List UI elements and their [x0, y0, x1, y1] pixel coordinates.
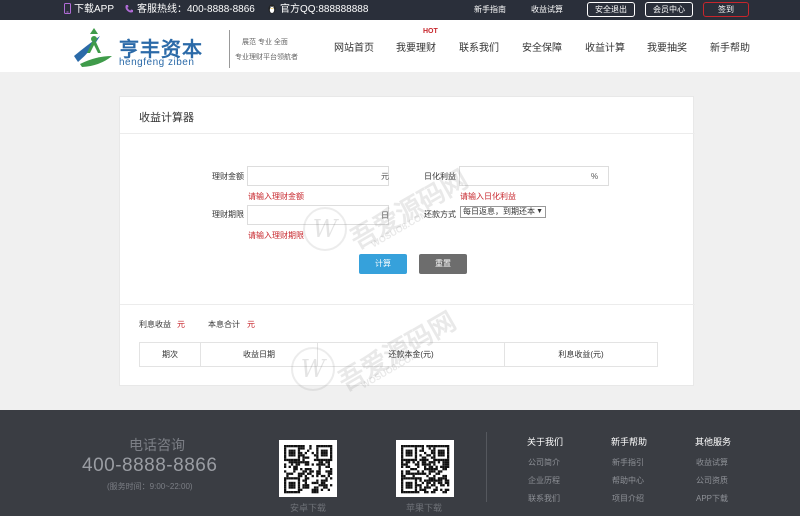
phone-consult-title: 电话咨询 — [129, 437, 185, 453]
services-link-calc[interactable]: 收益试算 — [696, 457, 728, 468]
qq-penguin-icon — [267, 3, 277, 19]
nav-invest[interactable]: 我要理财 — [396, 39, 436, 54]
total-unit: 元 — [247, 320, 255, 329]
hot-badge: HOT — [423, 28, 438, 35]
services-link-app[interactable]: APP下载 — [696, 493, 728, 504]
phone-device-icon — [64, 3, 71, 19]
slogan-tagline: 专业理财平台领航者 — [235, 54, 298, 61]
site-footer: 电话咨询 400-8888-8866 (服务时间：9:00~22:00) 安卓下… — [0, 410, 800, 516]
top-bar: 下载APP 客服热线：400-8888-8866 官方QQ:888888888 … — [0, 0, 800, 20]
total-label: 本息合计 — [208, 320, 240, 329]
period-error: 请输入理财期限 — [248, 231, 304, 240]
calculator-panel: 收益计算器 理财金额 元 请输入理财金额 日化利益 % 请输入日化利益 理财期限… — [119, 96, 695, 386]
col-period: 期次 — [140, 343, 201, 366]
help-link-projects[interactable]: 项目介绍 — [612, 493, 644, 504]
amount-error: 请输入理财金额 — [248, 192, 304, 201]
qq-contact: 官方QQ:888888888 — [267, 3, 368, 19]
period-input[interactable] — [247, 205, 389, 225]
rate-label: 日化利益 — [424, 172, 456, 181]
app-download-link[interactable]: 下载APP — [64, 3, 114, 19]
qq-label: 官方QQ:888888888 — [280, 4, 369, 15]
reset-button[interactable]: 重置 — [419, 254, 467, 274]
result-table-header: 期次 收益日期 还款本金(元) 利息收益(元) — [139, 342, 658, 367]
repay-selected: 每日返息，到期还本 — [463, 207, 535, 216]
brand-divider — [229, 30, 230, 68]
result-divider — [120, 304, 695, 305]
brand-pinyin: hengfeng ziben — [119, 57, 195, 68]
repay-label: 还款方式 — [424, 210, 456, 219]
nav-calculator[interactable]: 收益计算 — [585, 39, 625, 54]
services-link-license[interactable]: 公司资质 — [696, 475, 728, 486]
calculate-button[interactable]: 计算 — [359, 254, 407, 274]
help-link-center[interactable]: 帮助中心 — [612, 475, 644, 486]
help-title: 新手帮助 — [611, 437, 648, 447]
site-header: 亨丰资本 hengfeng ziben 展范 专业 全面 专业理财平台领航者 网… — [0, 20, 800, 72]
footer-phone: 400-8888-8866 — [82, 455, 218, 476]
amount-label: 理财金额 — [212, 172, 244, 181]
services-title: 其他服务 — [695, 437, 732, 447]
about-link-intro[interactable]: 公司简介 — [528, 457, 560, 468]
android-qr-code — [279, 440, 337, 497]
android-download-label[interactable]: 安卓下载 — [290, 501, 326, 514]
nav-help[interactable]: 新手帮助 — [710, 39, 750, 54]
interest-unit: 元 — [177, 320, 185, 329]
member-center-button[interactable]: 会员中心 — [645, 2, 693, 17]
hotline-label: 客服热线：400-8888-8866 — [137, 4, 255, 15]
service-hours: (服务时间：9:00~22:00) — [107, 482, 193, 491]
about-title: 关于我们 — [527, 437, 564, 447]
about-link-history[interactable]: 企业历程 — [528, 475, 560, 486]
rate-error: 请输入日化利益 — [460, 192, 516, 201]
nav-security[interactable]: 安全保障 — [522, 39, 562, 54]
interest-label: 利息收益 — [139, 320, 171, 329]
slogan-values: 展范 专业 全面 — [242, 39, 288, 46]
iphone-qr-code — [396, 440, 454, 497]
rate-input[interactable] — [459, 166, 609, 186]
col-interest: 利息收益(元) — [558, 350, 604, 359]
nav-home[interactable]: 网站首页 — [334, 39, 374, 54]
hotline: 客服热线：400-8888-8866 — [124, 3, 255, 19]
brand-logo-icon[interactable] — [70, 26, 116, 70]
logout-button[interactable]: 安全退出 — [587, 2, 635, 17]
col-date: 收益日期 — [201, 343, 318, 366]
handset-icon — [124, 4, 134, 19]
title-divider — [120, 133, 695, 134]
help-link-guide[interactable]: 新手指引 — [612, 457, 644, 468]
period-label: 理财期限 — [212, 210, 244, 219]
repay-select[interactable]: 每日返息，到期还本 ▼ — [460, 206, 546, 218]
app-download-label: 下载APP — [74, 4, 115, 15]
panel-title: 收益计算器 — [139, 112, 194, 124]
amount-unit: 元 — [381, 172, 389, 181]
period-unit: 日 — [381, 211, 389, 220]
chevron-down-icon: ▼ — [536, 208, 543, 215]
earnings-trial-link[interactable]: 收益试算 — [531, 5, 563, 15]
footer-divider — [486, 432, 487, 502]
signin-button[interactable]: 签到 — [703, 2, 749, 17]
rate-unit: % — [591, 172, 599, 181]
about-link-contact[interactable]: 联系我们 — [528, 493, 560, 504]
amount-input[interactable] — [247, 166, 389, 186]
nav-lottery[interactable]: 我要抽奖 — [647, 39, 687, 54]
col-principal: 还款本金(元) — [318, 343, 505, 366]
iphone-download-label[interactable]: 苹果下载 — [406, 501, 442, 514]
nav-contact[interactable]: 联系我们 — [459, 39, 499, 54]
newbie-guide-link[interactable]: 新手指南 — [474, 5, 506, 15]
